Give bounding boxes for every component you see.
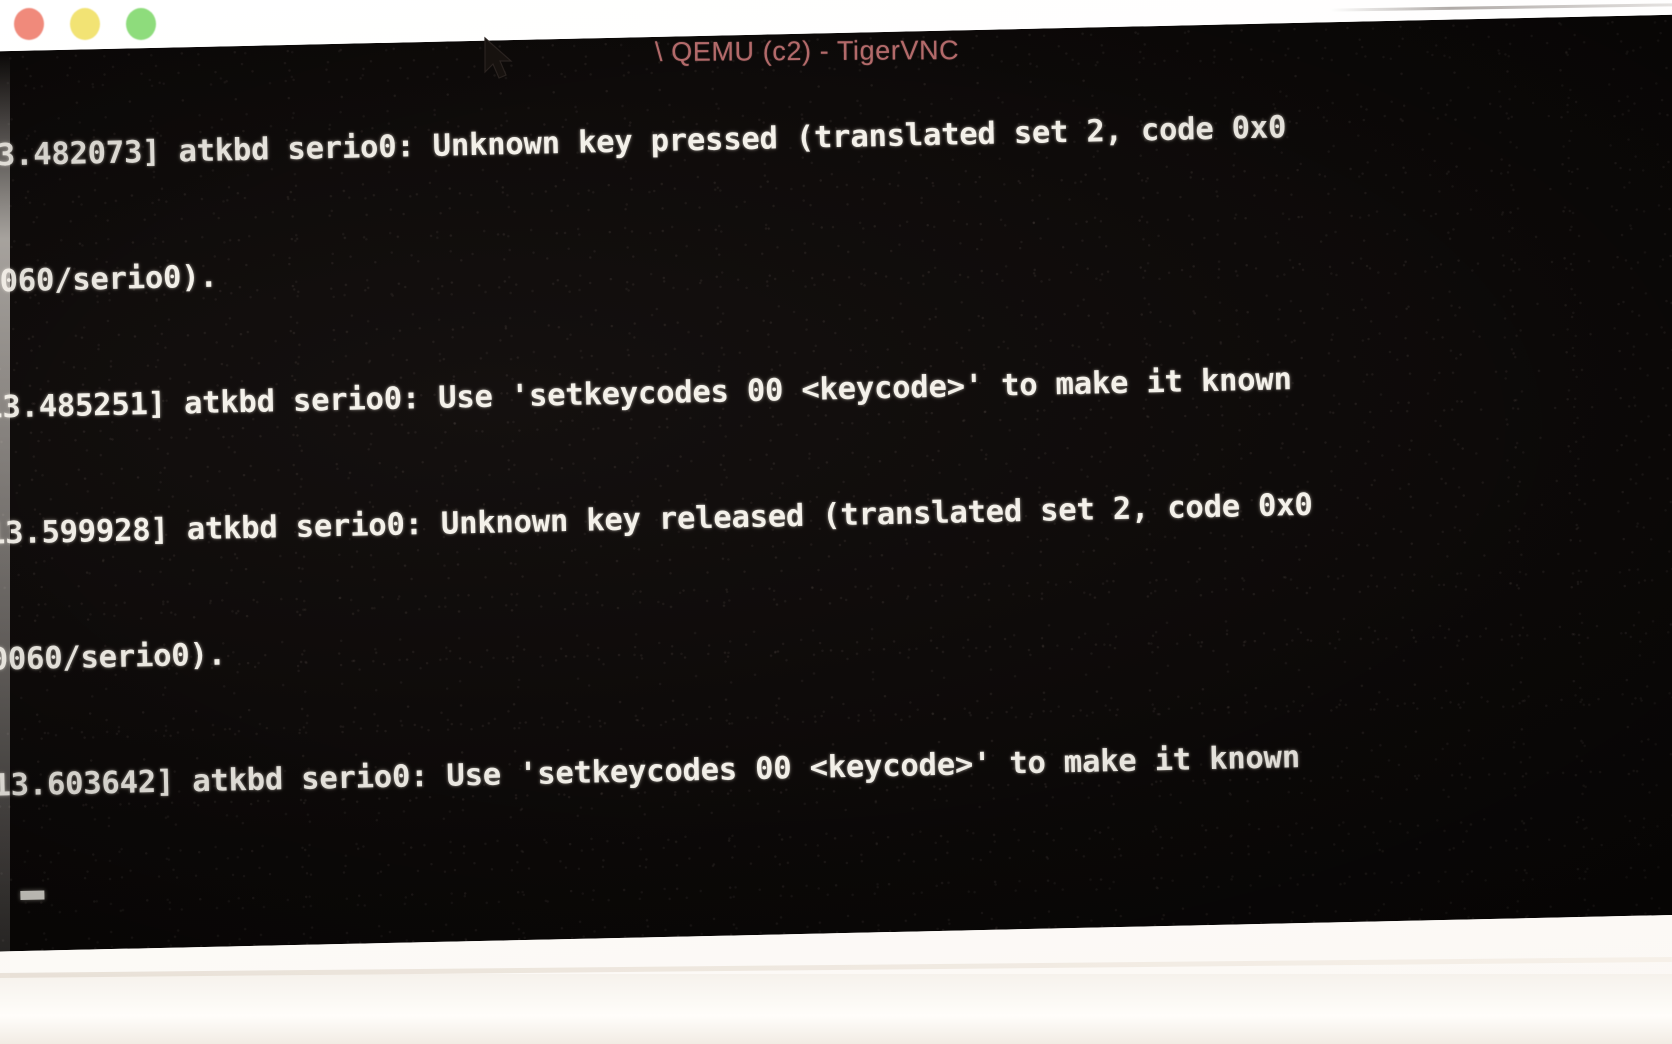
- console-line: 13.599928] atkbd serio0: Unknown key rel…: [0, 487, 1313, 553]
- window-traffic-lights: [14, 8, 156, 40]
- window-title: \ QEMU (c2) - TigerVNC: [654, 35, 960, 67]
- console-line: isa0060/serio0).: [0, 637, 227, 679]
- screenshot-root: \ QEMU (c2) - TigerVNC 13.482073] atkbd …: [0, 0, 1672, 1044]
- minimize-window-button[interactable]: [70, 8, 100, 40]
- qemu-vnc-console-viewport[interactable]: 13.482073] atkbd serio0: Unknown key pre…: [0, 14, 1672, 952]
- vm-console-screen[interactable]: 13.482073] atkbd serio0: Unknown key pre…: [0, 14, 1672, 952]
- console-line: 13.482073] atkbd serio0: Unknown key pre…: [0, 110, 1287, 175]
- window-bottom-chrome: [0, 974, 1672, 1044]
- arrow-cursor-icon: [483, 36, 517, 86]
- console-line: 13.485251] atkbd serio0: Use 'setkeycode…: [0, 362, 1293, 427]
- close-window-button[interactable]: [14, 8, 44, 40]
- terminal-block-cursor: [20, 890, 45, 901]
- console-line: 13.603642] atkbd serio0: Use 'setkeycode…: [0, 740, 1301, 805]
- console-output: 13.482073] atkbd serio0: Unknown key pre…: [0, 14, 1672, 952]
- maximize-window-button[interactable]: [126, 8, 156, 40]
- window-left-edge: [0, 52, 10, 987]
- console-line: isa0060/serio0).: [0, 259, 218, 301]
